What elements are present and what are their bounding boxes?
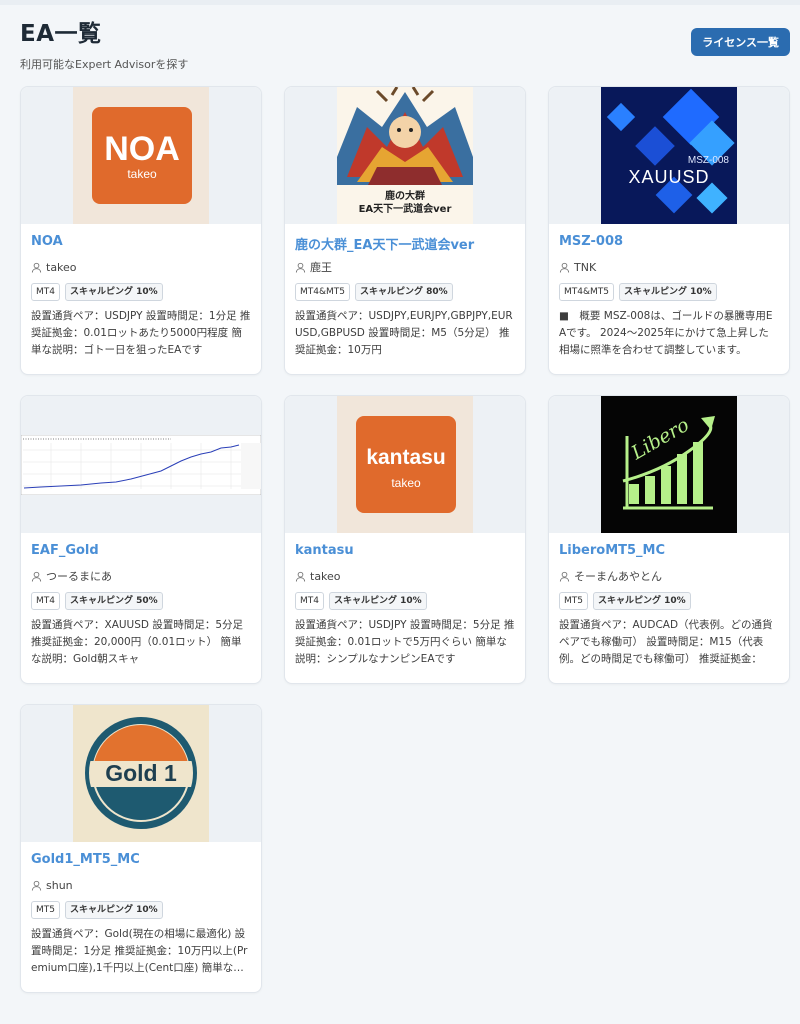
card-author: TNK xyxy=(559,260,779,274)
license-list-button[interactable]: ライセンス一覧 xyxy=(691,28,790,56)
user-icon xyxy=(31,571,42,582)
card-description: 設置通貨ペア：USDJPY 設置時間足：5分足 推奨証拠金：0.01ロットで5万… xyxy=(295,619,515,665)
card-author: 鹿王 xyxy=(295,260,515,274)
card-thumbnail: Gold 1 xyxy=(21,705,261,842)
author-name: takeo xyxy=(310,569,341,583)
card-title-link[interactable]: kantasu xyxy=(295,543,515,561)
equity-curve-chart-image xyxy=(21,434,261,495)
card-author: つーるまにあ xyxy=(31,569,251,583)
card-thumbnail xyxy=(21,396,261,533)
card-title-link[interactable]: LiberoMT5_MC xyxy=(559,543,779,561)
card-author: そーまんあやとん xyxy=(559,569,779,583)
card-title-link[interactable]: Gold1_MT5_MC xyxy=(31,852,251,870)
platform-tag: MT4&MT5 xyxy=(295,283,350,301)
author-name: shun xyxy=(46,878,73,892)
kantasu-logo-image: kantasu takeo xyxy=(337,396,473,533)
ea-card-shika[interactable]: 鹿の大群 EA天下一武道会ver 鹿の大群_EA天下一武道会ver 鹿王 MT4… xyxy=(284,86,526,375)
platform-tag: MT4&MT5 xyxy=(559,283,614,301)
product-code: MSZ-008 xyxy=(687,155,729,166)
ea-card-eaf-gold[interactable]: EAF_Gold つーるまにあ MT4 スキャルピング 50% 設置通貨ペア：X… xyxy=(20,395,262,684)
card-thumbnail: 鹿の大群 EA天下一武道会ver xyxy=(285,87,525,224)
card-description: 設置通貨ペア：USDJPY,EURJPY,GBPJPY,EURUSD,GBPUS… xyxy=(295,310,513,356)
ea-card-libero[interactable]: Libero LiberoMT5_MC そーまんあやとん MT5 スキャルピング… xyxy=(548,395,790,684)
page-header: EA一覧 利用可能なExpert Advisorを探す ライセンス一覧 xyxy=(20,14,790,74)
page-subtitle: 利用可能なExpert Advisorを探す xyxy=(20,58,189,71)
ea-card-msz-008[interactable]: MSZ-008 XAUUSD MSZ-008 TNK MT4&MT5 スキャルピ… xyxy=(548,86,790,375)
card-tags: MT5 スキャルピング 10% xyxy=(31,901,251,919)
card-author: takeo xyxy=(295,569,515,583)
user-icon xyxy=(31,880,42,891)
style-tag: スキャルピング 10% xyxy=(329,592,427,610)
card-tags: MT4 スキャルピング 10% xyxy=(295,592,515,610)
style-tag: スキャルピング 10% xyxy=(619,283,717,301)
top-strip xyxy=(0,0,800,5)
logo-subtext: takeo xyxy=(391,476,421,490)
card-description: 設置通貨ペア：AUDCAD（代表例。どの通貨ペアでも稼働可） 設置時間足：M15… xyxy=(559,619,773,665)
author-name: そーまんあやとん xyxy=(574,570,662,583)
ea-card-grid: NOA takeo NOA takeo MT4 スキャルピング 10% 設置通貨… xyxy=(20,86,790,993)
user-icon xyxy=(559,262,570,273)
card-tags: MT4 スキャルピング 50% xyxy=(31,592,251,610)
card-thumbnail: MSZ-008 XAUUSD xyxy=(549,87,789,224)
author-name: つーるまにあ xyxy=(46,570,112,583)
card-tags: MT4&MT5 スキャルピング 80% xyxy=(295,283,515,301)
author-name: TNK xyxy=(574,260,597,274)
style-tag: スキャルピング 10% xyxy=(65,283,163,301)
card-tags: MT4&MT5 スキャルピング 10% xyxy=(559,283,779,301)
user-icon xyxy=(31,262,42,273)
libero-logo-image: Libero xyxy=(601,396,737,533)
card-description: 設置通貨ペア：USDJPY 設置時間足：1分足 推奨証拠金：0.01ロットあたり… xyxy=(31,310,251,356)
platform-tag: MT4 xyxy=(31,283,60,301)
card-thumbnail: Libero xyxy=(549,396,789,533)
card-thumbnail: kantasu takeo xyxy=(285,396,525,533)
author-name: 鹿王 xyxy=(310,261,332,274)
card-description: ■ 概要 MSZ-008は、ゴールドの暴騰専用EAです。 2024〜2025年に… xyxy=(559,310,773,356)
page-title: EA一覧 xyxy=(20,21,102,47)
symbol-text: XAUUSD xyxy=(628,167,710,187)
noa-logo-image: NOA takeo xyxy=(73,87,209,224)
card-title-link[interactable]: MSZ-008 xyxy=(559,234,779,252)
logo-text: NOA xyxy=(104,130,180,168)
badge-word: Gold 1 xyxy=(105,760,177,786)
platform-tag: MT5 xyxy=(31,901,60,919)
style-tag: スキャルピング 10% xyxy=(65,901,163,919)
style-tag: スキャルピング 50% xyxy=(65,592,163,610)
user-icon xyxy=(295,262,306,273)
card-title-link[interactable]: NOA xyxy=(31,234,251,252)
card-description: 設置通貨ペア：XAUUSD 設置時間足：5分足 推奨証拠金：20,000円（0.… xyxy=(31,619,244,665)
logo-text: kantasu xyxy=(366,446,446,469)
user-icon xyxy=(295,571,306,582)
card-tags: MT5 スキャルピング 10% xyxy=(559,592,779,610)
card-tags: MT4 スキャルピング 10% xyxy=(31,283,251,301)
illustration-caption-line2: EA天下一武道会ver xyxy=(358,204,452,215)
platform-tag: MT4 xyxy=(295,592,324,610)
platform-tag: MT4 xyxy=(31,592,60,610)
user-icon xyxy=(559,571,570,582)
style-tag: スキャルピング 10% xyxy=(593,592,691,610)
platform-tag: MT5 xyxy=(559,592,588,610)
xauusd-image: MSZ-008 XAUUSD xyxy=(601,87,737,224)
ea-card-kantasu[interactable]: kantasu takeo kantasu takeo MT4 スキャルピング … xyxy=(284,395,526,684)
card-title-link[interactable]: EAF_Gold xyxy=(31,543,251,561)
logo-subtext: takeo xyxy=(127,167,157,181)
ea-card-noa[interactable]: NOA takeo NOA takeo MT4 スキャルピング 10% 設置通貨… xyxy=(20,86,262,375)
style-tag: スキャルピング 80% xyxy=(355,283,453,301)
card-title-link[interactable]: 鹿の大群_EA天下一武道会ver xyxy=(295,234,515,253)
card-author: takeo xyxy=(31,260,251,274)
illustration-caption-line1: 鹿の大群 xyxy=(385,191,425,202)
gold1-badge-image: Gold 1 xyxy=(73,705,209,842)
card-thumbnail: NOA takeo xyxy=(21,87,261,224)
deer-warrior-illustration: 鹿の大群 EA天下一武道会ver xyxy=(337,87,473,224)
card-description: 設置通貨ペア：Gold(現在の相場に最適化) 設置時間足：1分足 推奨証拠金：1… xyxy=(31,928,248,974)
author-name: takeo xyxy=(46,260,77,274)
ea-card-gold1[interactable]: Gold 1 Gold1_MT5_MC shun MT5 スキャルピング 10%… xyxy=(20,704,262,993)
card-author: shun xyxy=(31,878,251,892)
